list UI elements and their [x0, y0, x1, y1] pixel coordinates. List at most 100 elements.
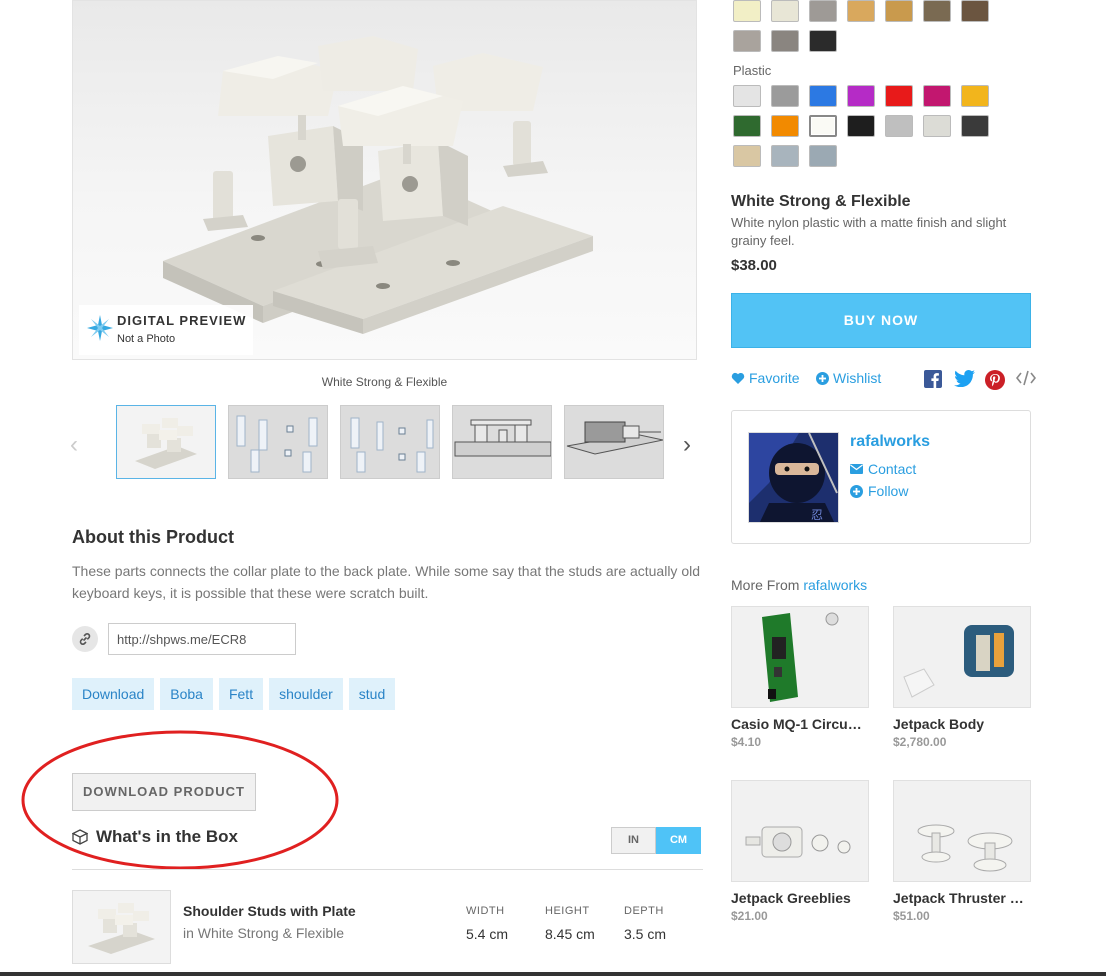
thumbnail-1[interactable]	[116, 405, 216, 479]
more-from-shop-link[interactable]: rafalworks	[803, 577, 867, 593]
digital-preview-title: DIGITAL PREVIEW	[117, 313, 247, 328]
twitter-share[interactable]	[954, 370, 975, 387]
material-swatch[interactable]	[809, 0, 837, 22]
tag-fett[interactable]: Fett	[218, 678, 264, 710]
follow-label: Follow	[868, 483, 909, 499]
jetpack-thruster-image	[917, 824, 1013, 872]
thumbnail-3[interactable]	[340, 405, 440, 479]
buy-now-button[interactable]: BUY NOW	[731, 293, 1031, 348]
material-swatch[interactable]	[961, 85, 989, 107]
seller-avatar[interactable]: 忍	[748, 432, 839, 523]
whats-in-box-title: What's in the Box	[96, 827, 238, 846]
thumbnail-prev-arrow[interactable]: ‹	[70, 430, 78, 460]
unit-cm-button[interactable]: CM	[656, 827, 701, 854]
material-swatch[interactable]	[847, 115, 875, 137]
wishlist-link[interactable]: Wishlist	[816, 370, 881, 386]
product-card[interactable]: Jetpack Thruster … $51.00	[893, 780, 1032, 923]
product-card-name: Casio MQ-1 Circu…	[731, 716, 862, 732]
material-swatch[interactable]	[923, 85, 951, 107]
dimension-value: 8.45 cm	[545, 926, 595, 942]
material-swatch[interactable]	[733, 85, 761, 107]
pinterest-icon	[985, 370, 1005, 390]
thumbnail-blueprint-image	[350, 417, 434, 473]
heart-icon	[731, 372, 745, 384]
wishlist-label: Wishlist	[833, 370, 882, 386]
thumbnail-next-arrow[interactable]: ›	[683, 430, 691, 460]
tag-list: Download Boba Fett shoulder stud	[72, 678, 396, 710]
material-swatch[interactable]	[809, 115, 837, 137]
material-swatch[interactable]	[809, 30, 837, 52]
whats-in-box-header: What's in the Box	[72, 827, 238, 847]
price: $38.00	[731, 257, 777, 274]
box-item-thumbnail[interactable]	[72, 890, 171, 964]
thumbnail-blueprint-image	[236, 415, 318, 473]
product-card-price: $51.00	[893, 909, 930, 923]
tag-boba[interactable]: Boba	[160, 678, 213, 710]
preview-caption: White Strong & Flexible	[321, 375, 448, 389]
material-swatch[interactable]	[733, 30, 761, 52]
box-item-name: Shoulder Studs with Plate	[183, 903, 356, 919]
material-swatch[interactable]	[771, 85, 799, 107]
product-card-price: $4.10	[731, 735, 762, 749]
material-swatch[interactable]	[771, 0, 799, 22]
thumbnail-5[interactable]	[564, 405, 664, 479]
facebook-share[interactable]	[924, 370, 942, 388]
material-swatch[interactable]	[809, 85, 837, 107]
favorite-link[interactable]: Favorite	[731, 370, 800, 386]
jetpack-greeblies-image	[745, 826, 851, 858]
unit-in-button[interactable]: IN	[611, 827, 656, 854]
short-link-input[interactable]	[108, 623, 296, 655]
follow-link[interactable]: Follow	[850, 483, 908, 499]
material-swatch[interactable]	[923, 0, 951, 22]
seller-name[interactable]: rafalworks	[850, 433, 930, 451]
material-swatch[interactable]	[923, 115, 951, 137]
circuit-board-image	[762, 612, 839, 702]
divider	[72, 869, 703, 870]
thumbnail-2[interactable]	[228, 405, 328, 479]
material-swatch[interactable]	[961, 115, 989, 137]
material-swatch[interactable]	[733, 0, 761, 22]
thumbnail-section-image	[566, 421, 663, 455]
product-card[interactable]: Jetpack Greeblies $21.00	[731, 780, 870, 923]
material-swatch[interactable]	[733, 145, 761, 167]
product-card-name: Jetpack Body	[893, 716, 985, 732]
material-swatch[interactable]	[771, 145, 799, 167]
thumbnail-4[interactable]	[452, 405, 552, 479]
product-card-image	[893, 606, 1031, 708]
code-embed-icon	[1016, 370, 1036, 386]
material-swatch[interactable]	[771, 30, 799, 52]
tag-shoulder[interactable]: shoulder	[269, 678, 343, 710]
material-description: White nylon plastic with a matte finish …	[731, 215, 1007, 248]
tag-stud[interactable]: stud	[348, 678, 396, 710]
tag-download[interactable]: Download	[72, 678, 155, 710]
contact-link[interactable]: Contact	[850, 461, 916, 477]
box-item-image	[88, 903, 155, 954]
dimension-height: HEIGHT 8.45 cm	[545, 905, 595, 942]
more-from-prefix: More From	[731, 577, 800, 593]
material-swatch[interactable]	[885, 0, 913, 22]
material-swatch[interactable]	[733, 115, 761, 137]
material-swatch[interactable]	[771, 115, 799, 137]
embed-share[interactable]	[1016, 370, 1036, 386]
material-swatch[interactable]	[885, 115, 913, 137]
material-swatch[interactable]	[809, 145, 837, 167]
main-product-preview[interactable]: DIGITAL PREVIEW Not a Photo	[72, 0, 697, 360]
pinterest-share[interactable]	[985, 370, 1005, 390]
dimension-label: DEPTH	[624, 905, 664, 917]
product-card-name: Jetpack Thruster …	[893, 890, 1024, 906]
dimension-label: HEIGHT	[545, 905, 590, 917]
product-card[interactable]: Jetpack Body $2,780.00	[893, 606, 1032, 749]
product-card[interactable]: Casio MQ-1 Circu… $4.10	[731, 606, 870, 749]
dimension-value: 3.5 cm	[624, 926, 667, 942]
plus-circle-icon	[816, 371, 829, 385]
dimension-label: WIDTH	[466, 905, 505, 917]
twitter-icon	[954, 370, 975, 387]
facebook-icon	[924, 370, 942, 388]
material-swatch[interactable]	[885, 85, 913, 107]
material-swatch[interactable]	[961, 0, 989, 22]
material-swatch[interactable]	[847, 85, 875, 107]
product-card-image	[731, 606, 869, 708]
material-swatch[interactable]	[847, 0, 875, 22]
thumbnail-render-image	[135, 418, 197, 469]
about-title: About this Product	[72, 527, 234, 547]
